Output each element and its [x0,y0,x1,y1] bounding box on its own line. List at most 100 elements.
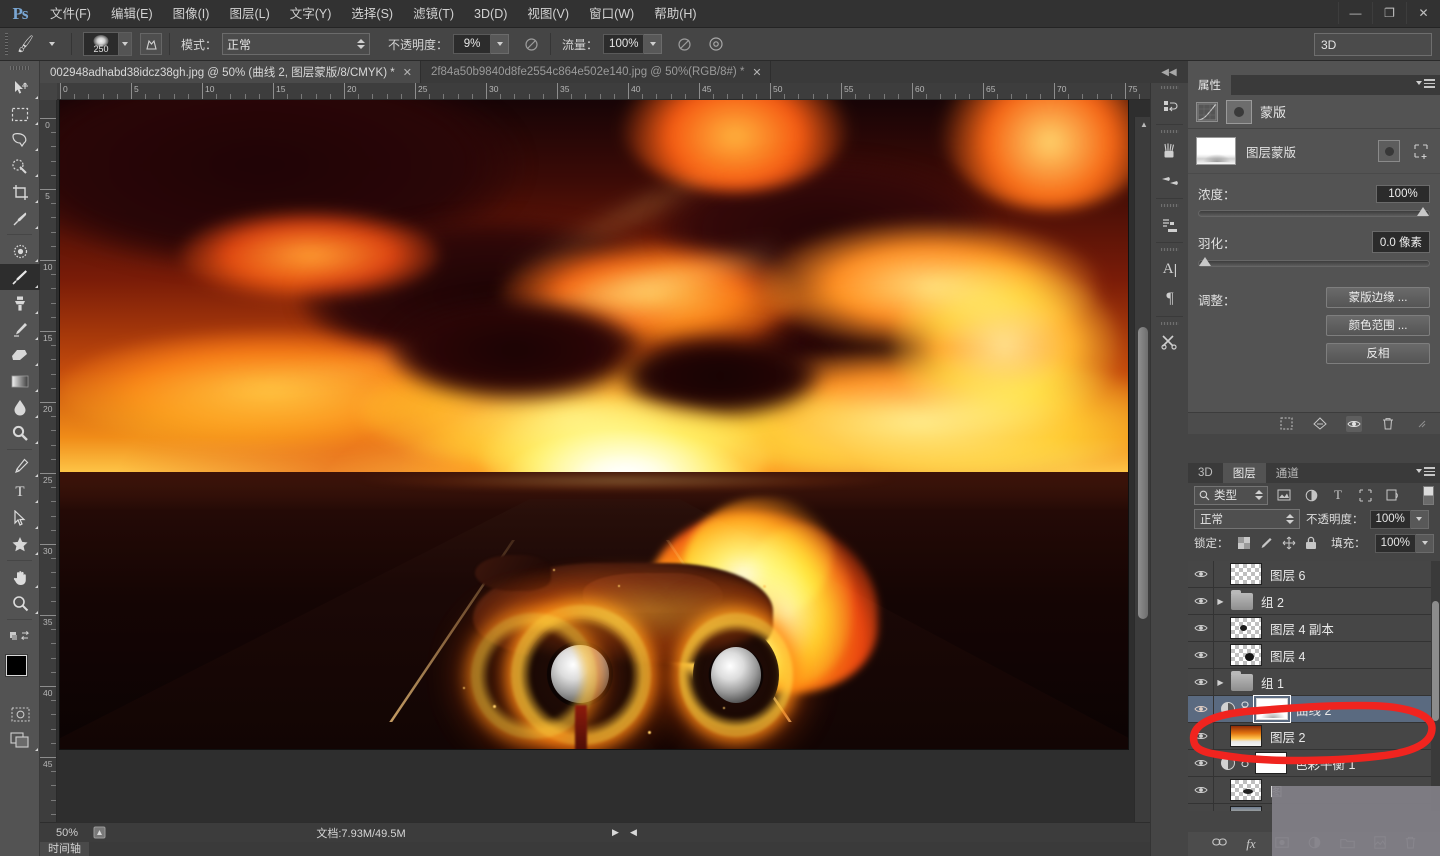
minimize-button[interactable]: — [1338,1,1372,24]
table-row[interactable]: 图层 6 [1188,561,1440,588]
layers-scrollbar[interactable] [1431,561,1440,811]
layer-thumbnail[interactable] [1230,563,1262,585]
filter-smart-objects-icon[interactable] [1381,485,1403,505]
brush-preset-chevron-down-icon[interactable] [119,32,132,56]
invert-button[interactable]: 反相 [1326,343,1430,364]
table-row[interactable]: 色彩平衡 1 [1188,749,1440,777]
flow-control[interactable]: 100% [603,34,663,54]
tab-properties[interactable]: 属性 [1188,75,1231,95]
link-icon[interactable] [1238,755,1252,771]
brush-preset-chip[interactable]: 250 [83,32,119,56]
workspace-selector[interactable]: 3D [1314,33,1432,56]
opacity-chevron-down-icon[interactable] [491,34,510,54]
flow-chevron-down-icon[interactable] [644,34,663,54]
link-layers-icon[interactable] [1212,837,1228,851]
color-range-button[interactable]: 颜色范围 ... [1326,315,1430,336]
close-icon[interactable]: ✕ [752,66,761,79]
clone-stamp-tool[interactable] [0,290,40,316]
visibility-eye-icon[interactable] [1188,776,1214,804]
menu-3d[interactable]: 3D(D) [464,0,517,28]
layer-thumbnail[interactable] [1230,725,1262,747]
tab-channels[interactable]: 通道 [1265,463,1309,483]
load-selection-icon[interactable] [1278,416,1294,432]
dock-grip[interactable] [1151,127,1188,136]
document-viewport[interactable]: ▲ ▼ [57,100,1150,840]
canvas-vertical-scrollbar[interactable]: ▲ ▼ [1134,117,1150,840]
eraser-tool[interactable] [0,342,40,368]
blend-mode-select[interactable]: 正常 [222,33,371,55]
lock-image-pixels-icon[interactable] [1259,536,1273,550]
artwork-canvas[interactable] [60,100,1128,749]
folder-icon[interactable] [1231,589,1253,610]
visibility-eye-icon[interactable] [1188,695,1214,723]
gradient-tool[interactable] [0,368,40,394]
color-swatches[interactable] [0,653,40,695]
horizontal-type-tool[interactable]: T [0,479,40,505]
menu-file[interactable]: 文件(F) [40,0,101,28]
close-icon[interactable]: ✕ [403,66,412,79]
visibility-eye-icon[interactable] [1188,749,1214,777]
layer-mask-thumbnail[interactable] [1256,698,1288,720]
dodge-tool[interactable] [0,420,40,446]
crop-tool[interactable] [0,179,40,205]
status-collapse-icon[interactable]: ◀ [630,827,648,838]
tab-layers[interactable]: 图层 [1222,463,1266,483]
menu-edit[interactable]: 编辑(E) [101,0,163,28]
feather-slider-handle[interactable] [1199,257,1211,266]
tool-presets-icon[interactable] [1151,166,1189,196]
tablet-pressure-icon[interactable] [704,32,728,56]
lock-transparent-pixels-icon[interactable] [1237,537,1250,549]
density-slider-handle[interactable] [1417,207,1429,216]
layer-mask-thumbnail[interactable] [1196,137,1236,165]
vertical-ruler[interactable]: 0 5 10 15 20 25 30 35 40 45 [40,100,57,856]
clone-source-icon[interactable] [1151,210,1189,240]
visibility-eye-icon[interactable] [1188,722,1214,750]
options-bar-grip[interactable] [0,28,12,61]
move-tool[interactable] [0,75,40,101]
hand-tool[interactable] [0,564,40,590]
status-expand-icon[interactable]: ▶ [612,827,630,838]
pen-tool[interactable] [0,453,40,479]
tools-panel-grip[interactable] [0,61,39,75]
dock-grip[interactable] [1151,83,1188,92]
lock-all-icon[interactable] [1305,536,1317,550]
dock-grip[interactable] [1151,201,1188,210]
table-row[interactable]: 图层 4 副本 [1188,614,1440,642]
panel-expand-icon[interactable]: ◀◀ [1150,61,1188,83]
brush-size-picker[interactable]: 250 [79,32,132,56]
layer-list[interactable]: 图层 6 ▶ 组 2 图层 4 副本 图层 4 ▶ 组 1 曲线 2 图层 2 … [1188,561,1440,811]
visibility-eye-icon[interactable] [1188,668,1214,696]
airbrush-icon[interactable] [672,32,696,56]
layer-thumbnail[interactable] [1230,644,1262,666]
dock-grip[interactable] [1151,245,1188,254]
3d-settings-icon[interactable] [1151,328,1189,358]
history-icon[interactable] [1151,92,1189,122]
visibility-eye-icon[interactable] [1188,641,1214,669]
table-row[interactable]: 曲线 2 [1188,695,1440,723]
mask-edge-button[interactable]: 蒙版边缘 ... [1326,287,1430,308]
menu-view[interactable]: 视图(V) [517,0,579,28]
filter-pixel-layers-icon[interactable] [1273,485,1295,505]
layer-thumbnail[interactable] [1230,779,1262,801]
menu-type[interactable]: 文字(Y) [280,0,342,28]
menu-select[interactable]: 选择(S) [341,0,403,28]
rectangular-marquee-tool[interactable] [0,101,40,127]
layer-mask-thumbnail[interactable] [1255,752,1287,774]
layer-opacity-chevron-down-icon[interactable] [1410,509,1429,529]
toggle-mask-icon[interactable] [1346,415,1362,432]
pressure-opacity-icon[interactable] [519,32,543,56]
paragraph-icon[interactable]: ¶ [1151,284,1189,314]
document-tab-inactive[interactable]: 2f84a50b9840d8fe2554c864e502e140.jpg @ 5… [420,61,771,83]
menu-image[interactable]: 图像(I) [163,0,220,28]
feather-slider[interactable] [1198,257,1430,267]
flow-value[interactable]: 100% [603,34,645,54]
close-button[interactable]: ✕ [1406,1,1440,24]
layers-panel-menu-button[interactable] [1416,467,1435,476]
blur-tool[interactable] [0,394,40,420]
foreground-color-swatch[interactable] [6,655,27,676]
zoom-level[interactable]: 50% [40,827,88,839]
layer-opacity-value[interactable]: 100% [1369,509,1411,529]
layer-style-icon[interactable]: fx [1246,836,1255,852]
link-icon[interactable] [1238,701,1252,717]
curves-icon[interactable] [1196,101,1218,122]
